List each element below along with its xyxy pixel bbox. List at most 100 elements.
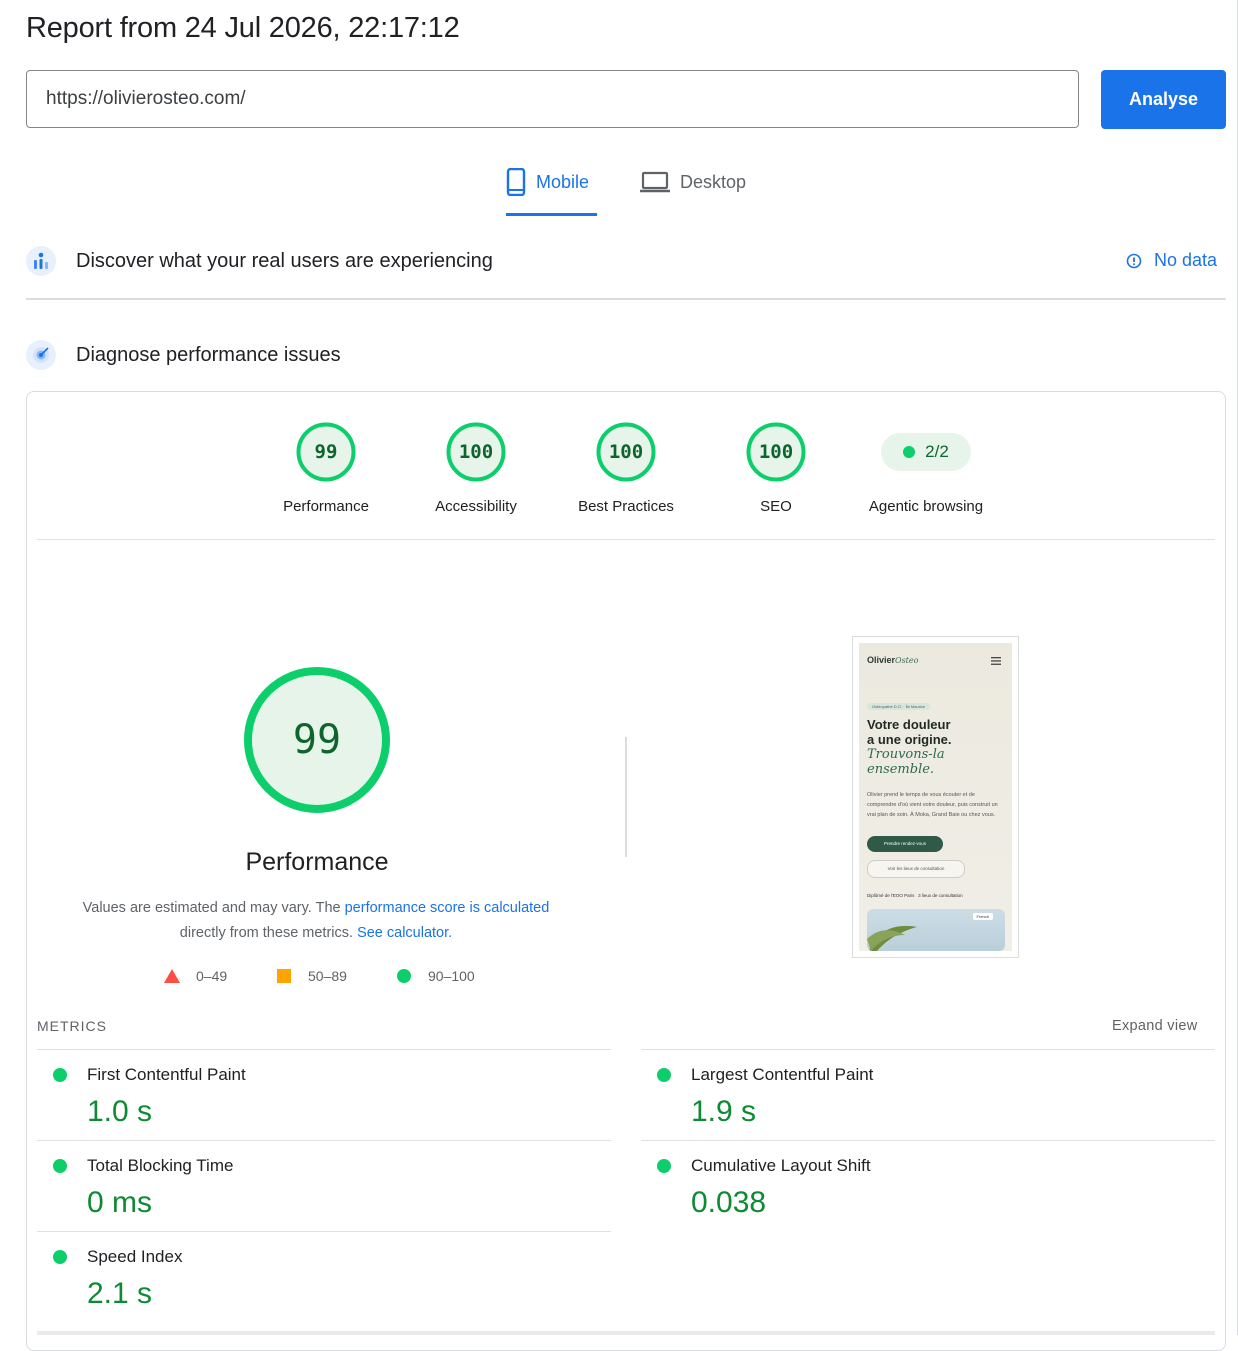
expand-view-toggle[interactable]: Expand view	[1112, 1018, 1198, 1034]
diagnose-section: Diagnose performance issues	[26, 340, 341, 370]
pass-dot-icon	[657, 1068, 671, 1082]
score-calculated-link[interactable]: performance score is calculated	[345, 900, 550, 916]
real-users-section: Discover what your real users are experi…	[26, 246, 493, 276]
score-value: 100	[758, 441, 794, 463]
metric-value: 1.9 s	[691, 1095, 757, 1128]
metrics-heading: METRICS	[37, 1018, 107, 1034]
site-language-badge: French	[972, 913, 993, 920]
legend-label: 50–89	[308, 968, 347, 984]
site-cta-primary: Prendre rendez-vous	[867, 836, 943, 852]
metric-divider	[641, 1140, 1215, 1141]
site-body: Olivier prend le temps de vous écouter e…	[867, 792, 998, 818]
headline-line: Trouvons-la	[867, 747, 945, 762]
metric-divider	[37, 1049, 611, 1050]
pass-dot-icon	[657, 1159, 671, 1173]
score-value: 2/2	[925, 442, 949, 461]
url-field[interactable]	[26, 70, 1079, 128]
metric-largest-contentful-paint: Largest Contentful Paint 1.9 s	[657, 1065, 1238, 1129]
bottom-scroll-bar	[37, 1331, 1215, 1335]
gauge-agentic-browsing[interactable]: 2/2 Agentic browsing	[856, 422, 996, 515]
gauge-label: Agentic browsing	[868, 498, 984, 515]
site-headline: Votre douleur a une origine. Trouvons-la…	[867, 717, 952, 777]
tab-mobile-label: Mobile	[536, 172, 590, 192]
metric-divider	[37, 1140, 611, 1141]
gauge-performance[interactable]: 99 Performance	[256, 422, 396, 515]
site-cta-secondary: Voir les lieux de consultation	[867, 860, 965, 878]
pass-dot-icon	[53, 1159, 67, 1173]
page-title: Report from 24 Jul 2026, 22:17:12	[26, 12, 460, 44]
url-input[interactable]	[27, 71, 1046, 127]
score-ring: 99	[296, 422, 356, 482]
target-icon	[26, 340, 56, 370]
metric-value: 0.038	[691, 1186, 767, 1219]
circle-icon	[397, 969, 411, 983]
score-value: 100	[608, 441, 644, 463]
tab-mobile[interactable]: Mobile	[506, 168, 597, 216]
metric-total-blocking-time: Total Blocking Time 0 ms	[53, 1156, 647, 1220]
screenshot-content: OlivierOsteo Ostéopathe D.O. · Île Mauri…	[859, 643, 1012, 951]
metric-value: 2.1 s	[87, 1277, 153, 1310]
legend-label: 90–100	[428, 968, 475, 984]
legend-pass: 90–100	[396, 968, 475, 984]
headline-line: ensemble.	[867, 762, 935, 777]
pass-dot-icon	[53, 1068, 67, 1082]
diagnose-title: Diagnose performance issues	[76, 343, 341, 366]
smartphone-icon	[506, 168, 526, 196]
gauge-seo[interactable]: 100 SEO	[706, 422, 846, 515]
legend-fail: 0–49	[164, 968, 227, 984]
info-icon	[1126, 253, 1142, 268]
square-icon	[277, 969, 291, 983]
headline-line: Votre douleur	[867, 717, 951, 732]
page-screenshot: OlivierOsteo Ostéopathe D.O. · Île Mauri…	[852, 636, 1019, 958]
score-value: 99	[314, 441, 338, 463]
pass-dot-icon	[903, 446, 916, 458]
headline-line: a une origine.	[867, 732, 952, 747]
metric-name: Speed Index	[87, 1247, 183, 1266]
logo-script: Osteo	[895, 656, 919, 665]
metric-value: 1.0 s	[87, 1095, 153, 1128]
site-tag: Ostéopathe D.O. · Île Maurice	[867, 703, 931, 710]
gauge-label: Performance	[283, 498, 369, 515]
gauge-accessibility[interactable]: 100 Accessibility	[406, 422, 546, 515]
users-chart-icon	[26, 246, 56, 276]
laptop-icon	[640, 171, 670, 193]
no-data-link[interactable]: No data	[1126, 250, 1217, 271]
performance-title: Performance	[245, 848, 389, 876]
metric-name: Total Blocking Time	[87, 1156, 234, 1175]
logo-text: Olivier	[867, 655, 896, 665]
tab-desktop[interactable]: Desktop	[640, 168, 755, 213]
desc-text: Values are estimated and may vary. The	[82, 900, 345, 916]
site-stat: Diplômé de l'EOO Paris	[867, 893, 915, 898]
see-calculator-link[interactable]: See calculator.	[357, 925, 452, 941]
performance-description: Values are estimated and may vary. The p…	[66, 896, 566, 946]
gauge-label: Accessibility	[435, 498, 517, 515]
pass-dot-icon	[53, 1250, 67, 1264]
gauge-label: Best Practices	[578, 498, 674, 515]
metric-cumulative-layout-shift: Cumulative Layout Shift 0.038	[657, 1156, 1238, 1220]
metric-first-contentful-paint: First Contentful Paint 1.0 s	[53, 1065, 647, 1129]
site-stats: Diplômé de l'EOO Paris 3 lieux de consul…	[867, 893, 963, 898]
score-ring: 100	[746, 422, 806, 482]
metric-value: 0 ms	[87, 1186, 153, 1219]
agentic-score-pill: 2/2	[881, 433, 971, 471]
metric-divider	[37, 1231, 611, 1232]
real-users-title: Discover what your real users are experi…	[76, 249, 493, 272]
legend-label: 0–49	[196, 968, 228, 984]
gauge-label: SEO	[760, 498, 792, 515]
hamburger-menu-icon	[991, 657, 1001, 665]
site-stat: 3 lieux de consultation	[918, 893, 963, 898]
gauge-best-practices[interactable]: 100 Best Practices	[556, 422, 696, 515]
performance-score: 99	[292, 717, 342, 763]
site-hero-image: French	[867, 909, 1005, 951]
section-divider	[26, 298, 1226, 300]
vertical-divider	[625, 737, 627, 857]
analyse-button[interactable]: Analyse	[1101, 70, 1226, 129]
site-logo: OlivierOsteo	[867, 655, 918, 665]
legend-average: 50–89	[276, 968, 347, 984]
metric-name: Largest Contentful Paint	[691, 1065, 874, 1084]
metric-name: First Contentful Paint	[87, 1065, 246, 1084]
triangle-icon	[164, 969, 180, 983]
no-data-label: No data	[1154, 250, 1218, 270]
palm-tree-icon	[867, 925, 917, 951]
tab-desktop-label: Desktop	[680, 172, 747, 192]
